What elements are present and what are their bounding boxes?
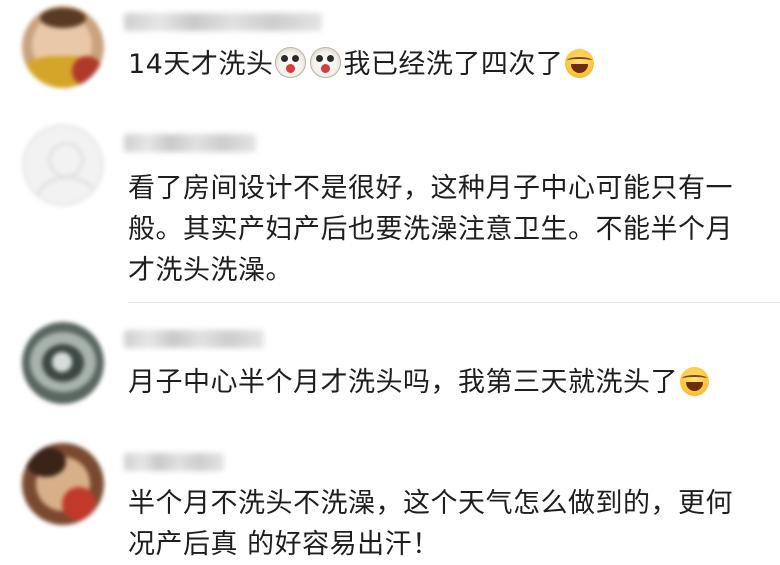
comment-text-part: 14天才洗头 — [128, 49, 274, 80]
avatar[interactable] — [22, 6, 104, 88]
comment-text: 14天才洗头 我已经洗了四次了 — [128, 44, 758, 85]
comment-text-part: 月子中心半个月才洗头吗，我第三天就洗头了 — [128, 367, 678, 398]
comment-item: 看了房间设计不是很好，这种月子中心可能只有一 般。其实产妇产后也要洗澡注意卫生。… — [0, 110, 780, 310]
shocked-face-icon — [275, 47, 307, 78]
avatar[interactable] — [22, 124, 104, 206]
comment-line: 看了房间设计不是很好，这种月子中心可能只有一 — [128, 173, 733, 204]
comment-text: 半个月不洗头不洗澡，这个天气怎么做到的，更何 况产后真 的好容易出汗！ — [128, 483, 758, 565]
comment-item: 半个月不洗头不洗澡，这个天气怎么做到的，更何 况产后真 的好容易出汗！ — [0, 425, 780, 565]
comment-item: 月子中心半个月才洗头吗，我第三天就洗头了 — [0, 310, 780, 425]
comment-line: 才洗头洗澡。 — [128, 255, 293, 286]
avatar[interactable] — [22, 322, 104, 404]
username-blurred[interactable] — [124, 134, 256, 152]
comment-line: 半个月不洗头不洗澡，这个天气怎么做到的，更何 — [128, 488, 733, 519]
username-blurred[interactable] — [124, 330, 264, 348]
divider — [128, 302, 780, 303]
comment-line: 况产后真 的好容易出汗！ — [128, 529, 440, 560]
laughing-tears-icon — [680, 367, 709, 396]
comment-text: 看了房间设计不是很好，这种月子中心可能只有一 般。其实产妇产后也要洗澡注意卫生。… — [128, 168, 758, 291]
avatar[interactable] — [22, 443, 104, 525]
laughing-tears-icon — [565, 49, 595, 78]
comment-text-part: 我已经洗了四次了 — [343, 49, 564, 80]
username-blurred[interactable] — [124, 453, 224, 471]
username-blurred[interactable] — [124, 13, 322, 31]
shocked-face-icon — [310, 47, 342, 78]
comment-item: 14天才洗头 我已经洗了四次了 — [0, 0, 780, 110]
comment-text: 月子中心半个月才洗头吗，我第三天就洗头了 — [128, 362, 758, 403]
comment-line: 般。其实产妇产后也要洗澡注意卫生。不能半个月 — [128, 214, 733, 245]
